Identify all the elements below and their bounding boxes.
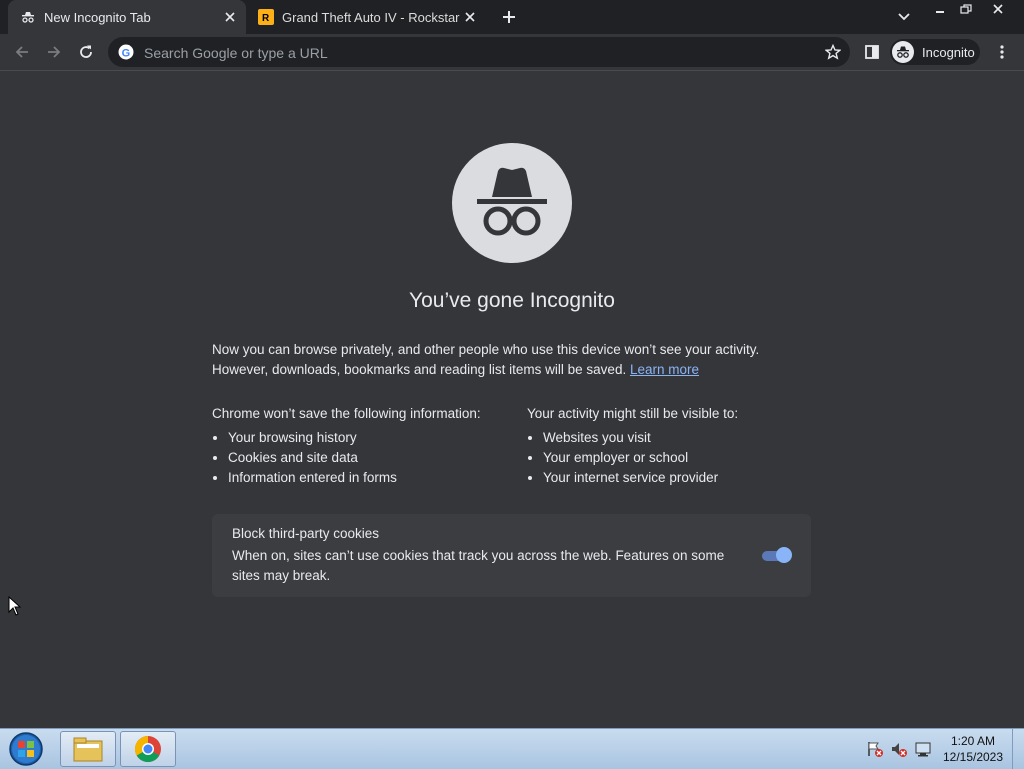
incognito-icon (892, 41, 914, 63)
google-icon: G (118, 44, 134, 60)
restore-button[interactable] (954, 0, 978, 18)
clock-date: 12/15/2023 (942, 750, 1004, 764)
close-window-button[interactable] (980, 0, 1016, 18)
start-button[interactable] (6, 730, 46, 768)
side-panel-icon[interactable] (858, 38, 886, 66)
more-menu-icon[interactable] (988, 38, 1016, 66)
learn-more-link[interactable]: Learn more (630, 362, 699, 377)
volume-muted-icon[interactable] (890, 740, 908, 758)
taskbar-clock[interactable]: 1:20 AM 12/15/2023 (940, 733, 1006, 765)
taskbar: 1:20 AM 12/15/2023 (0, 728, 1024, 769)
svg-text:R: R (262, 13, 270, 24)
cookie-controls-card: Block third-party cookies When on, sites… (212, 514, 811, 597)
incognito-icon (20, 9, 36, 25)
tab-gta-iv[interactable]: R Grand Theft Auto IV - Rockstar Games (250, 0, 486, 34)
tab-title: New Incognito Tab (44, 9, 151, 25)
intro-text: Now you can browse privately, and other … (212, 340, 812, 380)
network-icon[interactable] (914, 740, 932, 758)
svg-text:G: G (122, 47, 131, 59)
still-visible-column: Your activity might still be visible to:… (527, 404, 817, 488)
block-cookies-toggle[interactable] (760, 547, 792, 563)
tab-new-incognito[interactable]: New Incognito Tab (8, 0, 246, 34)
minimize-button[interactable] (928, 0, 952, 18)
chevron-down-icon[interactable] (894, 7, 914, 27)
action-center-flag-icon[interactable] (866, 740, 884, 758)
file-explorer-taskbar-button[interactable] (60, 731, 116, 767)
cookie-card-title: Block third-party cookies (232, 526, 380, 541)
new-tab-button[interactable] (498, 6, 520, 28)
profile-button[interactable]: Incognito (890, 39, 980, 65)
cookie-card-description: When on, sites can’t use cookies that tr… (232, 548, 725, 583)
omnibox[interactable]: G (108, 37, 850, 67)
intro-line-1: Now you can browse privately, and other … (212, 342, 760, 357)
tab-title: Grand Theft Auto IV - Rockstar Games (282, 9, 460, 25)
list-item: Your browsing history (228, 428, 512, 448)
column-heading: Your activity might still be visible to: (527, 406, 739, 421)
list-item: Websites you visit (543, 428, 817, 448)
chrome-taskbar-button[interactable] (120, 731, 176, 767)
list-item: Information entered in forms (228, 468, 512, 488)
reload-button[interactable] (72, 38, 100, 66)
column-heading: Chrome won’t save the following informat… (212, 406, 481, 421)
page-title: You’ve gone Incognito (409, 289, 615, 312)
profile-label: Incognito (922, 44, 975, 60)
forward-button[interactable] (40, 38, 68, 66)
chrome-icon (134, 735, 161, 763)
search-input[interactable] (142, 41, 806, 65)
close-icon[interactable] (460, 7, 480, 27)
list-item: Your internet service provider (543, 468, 817, 488)
folder-icon (73, 737, 103, 762)
clock-time: 1:20 AM (950, 734, 996, 748)
list-item: Cookies and site data (228, 448, 512, 468)
back-button[interactable] (8, 38, 36, 66)
toolbar: G Incognito (0, 34, 1024, 71)
intro-line-2: However, downloads, bookmarks and readin… (212, 362, 627, 377)
mouse-cursor-icon (8, 595, 22, 616)
incognito-hero-icon (452, 143, 572, 263)
show-desktop-button[interactable] (1012, 729, 1024, 769)
star-icon[interactable] (824, 43, 842, 61)
tab-strip: New Incognito Tab R Grand Theft Auto IV … (0, 0, 1024, 34)
wont-save-column: Chrome won’t save the following informat… (212, 404, 512, 488)
close-icon[interactable] (220, 7, 240, 27)
list-item: Your employer or school (543, 448, 817, 468)
incognito-page: You’ve gone Incognito Now you can browse… (0, 71, 1024, 728)
toggle-knob (776, 547, 792, 563)
rockstar-icon: R (258, 9, 274, 25)
